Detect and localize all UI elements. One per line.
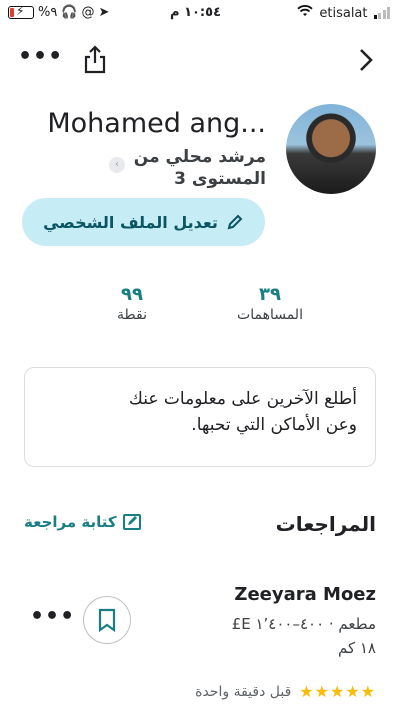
top-action-bar: ••• xyxy=(0,40,400,80)
write-review-label: كتابة مراجعة xyxy=(24,513,117,531)
chevron-right-icon[interactable] xyxy=(356,46,376,74)
level-line2: المستوى 3 xyxy=(174,169,266,189)
status-left: ⚡ %٩ 🎧 @ ➤ xyxy=(8,4,110,20)
intro-line2: وعن الأماكن التي تحبها. xyxy=(191,415,357,435)
review-rating-row: ★★★★★ قبل دقيقة واحدة xyxy=(195,682,376,701)
chevron-left-icon[interactable]: ‹ xyxy=(109,157,125,173)
stat-points[interactable]: ٩٩ نقطة xyxy=(90,284,174,323)
pencil-icon xyxy=(227,214,243,230)
star-rating: ★★★★★ xyxy=(299,682,376,701)
review-distance: ١٨ كم xyxy=(337,639,376,657)
status-right: etisalat xyxy=(297,5,390,21)
review-more-icon[interactable]: ••• xyxy=(30,604,75,629)
bookmark-icon xyxy=(98,608,116,632)
status-bar: ⚡ %٩ 🎧 @ ➤ ١٠:٥٤ م etisalat xyxy=(0,0,400,28)
battery-icon: ⚡ xyxy=(8,4,34,19)
review-place-name[interactable]: Zeeyara Moez xyxy=(234,584,376,605)
wifi-icon xyxy=(297,5,314,21)
avatar[interactable] xyxy=(286,104,376,194)
save-button[interactable] xyxy=(83,596,131,644)
write-review-link[interactable]: كتابة مراجعة xyxy=(24,513,143,531)
at-icon: @ xyxy=(81,5,95,20)
intro-card[interactable]: أطلع الآخرين على معلومات عنك وعن الأماكن… xyxy=(24,367,376,467)
battery-percent: %٩ xyxy=(38,5,58,20)
reviews-title: المراجعات xyxy=(275,512,376,536)
review-place-meta: مطعم · ٤٠٠–١٬٤٠٠ E£ ١٨ كم xyxy=(232,612,376,660)
stat-contributions[interactable]: ٣٩ المساهمات xyxy=(220,284,320,323)
stat-label: نقطة xyxy=(117,307,147,323)
stat-value: ٣٩ xyxy=(259,284,281,305)
headphones-icon: 🎧 xyxy=(61,5,78,20)
edit-note-icon xyxy=(122,514,141,530)
level-line1: مرشد محلي من xyxy=(133,147,266,167)
stat-value: ٩٩ xyxy=(121,284,143,305)
review-time-ago: قبل دقيقة واحدة xyxy=(195,683,292,700)
edit-profile-button[interactable]: تعديل الملف الشخصي xyxy=(22,198,265,246)
signal-icon xyxy=(373,7,390,19)
profile-name: Mohamed ang... xyxy=(47,108,266,139)
status-time: ١٠:٥٤ م xyxy=(170,5,221,20)
edit-profile-label: تعديل الملف الشخصي xyxy=(43,212,218,232)
intro-line1: أطلع الآخرين على معلومات عنك xyxy=(128,389,357,409)
share-icon[interactable] xyxy=(82,44,108,74)
review-category-price: مطعم · ٤٠٠–١٬٤٠٠ E£ xyxy=(231,615,376,633)
profile-level: مرشد محلي من المستوى 3 xyxy=(106,146,266,190)
stat-label: المساهمات xyxy=(237,307,303,323)
carrier-name: etisalat xyxy=(319,5,368,21)
more-icon[interactable]: ••• xyxy=(18,44,63,69)
location-icon: ➤ xyxy=(98,5,110,20)
